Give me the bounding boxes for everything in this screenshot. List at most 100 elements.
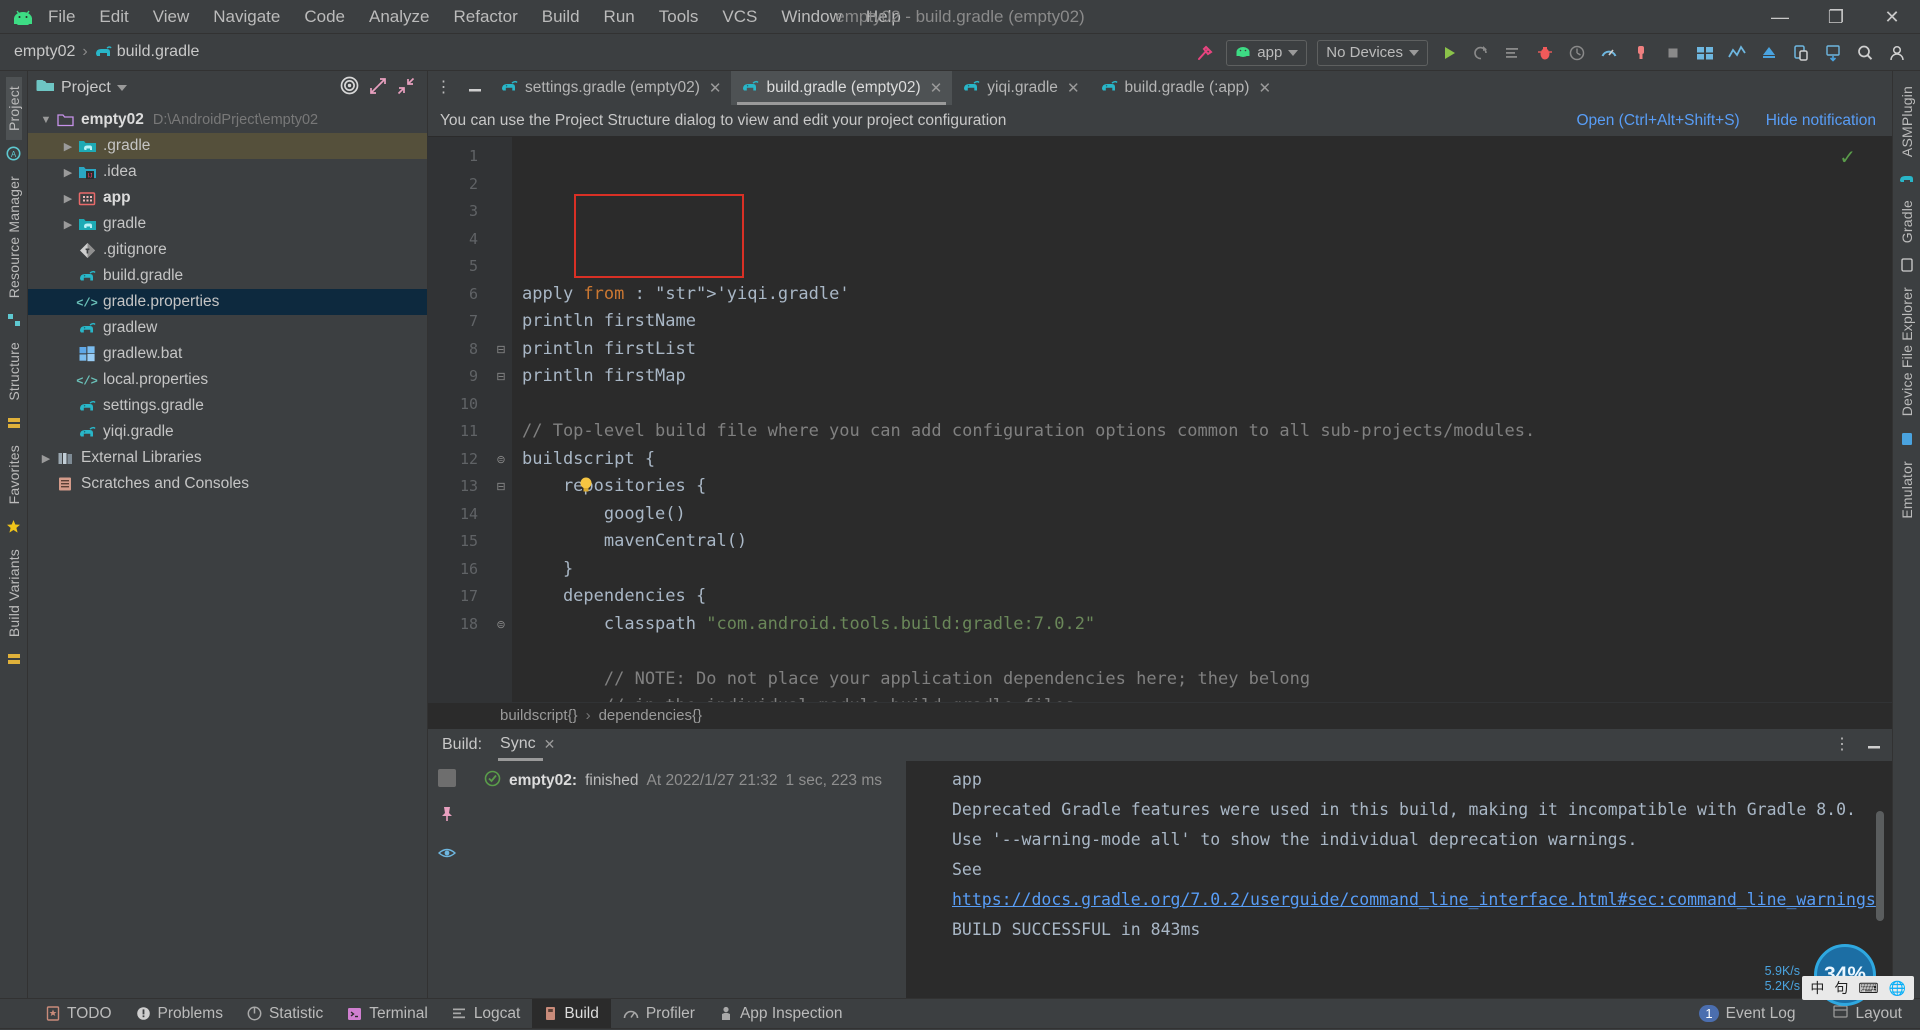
tool-window-build-variants[interactable]: Build Variants: [6, 540, 22, 646]
tool-window-button-logcat[interactable]: Logcat: [440, 999, 533, 1029]
menu-help[interactable]: Help: [854, 4, 913, 30]
device-manager-icon[interactable]: [1690, 38, 1720, 68]
editor-tab-yiqi-gradle[interactable]: yiqi.gradle✕: [952, 71, 1089, 105]
hide-panel-icon[interactable]: [467, 79, 483, 97]
more-icon[interactable]: ⋮: [1834, 741, 1850, 749]
hammer-icon[interactable]: [1190, 38, 1220, 68]
tool-window-button-app-inspection[interactable]: App Inspection: [707, 999, 855, 1029]
fold-toggle-icon[interactable]: ⊟: [490, 363, 512, 391]
close-icon[interactable]: ✕: [544, 736, 556, 753]
expand-all-icon[interactable]: [369, 77, 387, 100]
project-file-tree[interactable]: ▼empty02D:\AndroidPrject\empty02▶.gradle…: [28, 105, 427, 998]
monitor-icon[interactable]: [1594, 38, 1624, 68]
stop-icon[interactable]: [1658, 38, 1688, 68]
chevron-right-icon[interactable]: ▶: [60, 166, 76, 179]
gradle-elephant-icon[interactable]: [1899, 172, 1915, 185]
code-editor[interactable]: 123456789101112131415161718 ⊟⊟⊜⊟ ⊜ apply…: [428, 137, 1892, 702]
chevron-right-icon[interactable]: ▶: [38, 452, 54, 465]
tree-item-idea[interactable]: ▶IJ.idea: [28, 159, 427, 185]
breadcrumb-dependencies[interactable]: dependencies{}: [599, 707, 702, 724]
ime-punctuation[interactable]: 句: [1834, 978, 1848, 998]
chevron-right-icon[interactable]: ▶: [60, 218, 76, 231]
build-sync-tab[interactable]: Sync ✕: [500, 735, 555, 755]
run-icon[interactable]: [1434, 38, 1464, 68]
tool-window-resource-manager[interactable]: Resource Manager: [6, 167, 22, 307]
tool-window-device-file-explorer[interactable]: Device File Explorer: [1899, 278, 1915, 425]
menu-code[interactable]: Code: [292, 4, 357, 30]
intention-bulb-icon[interactable]: [512, 447, 596, 532]
menu-run[interactable]: Run: [592, 4, 647, 30]
tool-window-button-profiler[interactable]: Profiler: [611, 999, 707, 1029]
menu-refactor[interactable]: Refactor: [441, 4, 529, 30]
profile-icon[interactable]: [1562, 38, 1592, 68]
fold-toggle-icon[interactable]: ⊟: [490, 473, 512, 501]
tree-item-external-libraries[interactable]: ▶External Libraries: [28, 445, 427, 471]
tool-window-favorites[interactable]: Favorites: [6, 436, 22, 513]
tool-window-button-todo[interactable]: TODO: [34, 999, 124, 1029]
fold-toggle-icon[interactable]: ⊜: [490, 446, 512, 474]
device-file-explorer-strip-icon[interactable]: [1900, 258, 1914, 272]
device-selector[interactable]: No Devices: [1317, 40, 1428, 66]
ime-toolbar[interactable]: 中 句 ⌨ 🌐: [1802, 976, 1914, 1000]
tool-window-asmplugin[interactable]: ASMPlugin: [1899, 77, 1915, 166]
tree-item-gradlew-bat[interactable]: gradlew.bat: [28, 341, 427, 367]
favorites-star-icon[interactable]: [6, 519, 21, 534]
build-result-tree[interactable]: empty02: finished At 2022/1/27 21:32 1 s…: [466, 761, 906, 998]
account-icon[interactable]: [1882, 38, 1912, 68]
editor-tab-build-gradle-empty02[interactable]: build.gradle (empty02)✕: [731, 71, 952, 105]
tree-item-build-gradle[interactable]: build.gradle: [28, 263, 427, 289]
build-console-output[interactable]: app Deprecated Gradle features were used…: [906, 761, 1892, 998]
plugin-icon[interactable]: [1626, 38, 1656, 68]
tool-window-button-build[interactable]: Build: [532, 999, 610, 1029]
tree-item-app[interactable]: ▶app: [28, 185, 427, 211]
menu-build[interactable]: Build: [530, 4, 592, 30]
editor-tab-build-gradle-app[interactable]: build.gradle (:app)✕: [1090, 71, 1282, 105]
console-scrollbar-thumb[interactable]: [1876, 811, 1884, 921]
tree-item-gitignore[interactable]: .gitignore: [28, 237, 427, 263]
tree-item-scratches-and-consoles[interactable]: Scratches and Consoles: [28, 471, 427, 497]
menu-file[interactable]: File: [36, 4, 87, 30]
maximize-button[interactable]: ❐: [1808, 0, 1864, 34]
more-icon[interactable]: ⋮: [436, 84, 452, 92]
menu-vcs[interactable]: VCS: [710, 4, 769, 30]
build-variants-icon[interactable]: [7, 416, 21, 430]
code-folding-column[interactable]: ⊟⊟⊜⊟ ⊜: [490, 137, 512, 702]
device-file-explorer-icon[interactable]: [1818, 38, 1848, 68]
chevron-down-icon[interactable]: [117, 85, 127, 91]
close-icon[interactable]: ✕: [709, 79, 722, 97]
search-icon[interactable]: [1850, 38, 1880, 68]
tree-item-gradle[interactable]: ▶.gradle: [28, 133, 427, 159]
event-log-button[interactable]: 1 Event Log: [1687, 999, 1807, 1029]
tree-item-local-properties[interactable]: </>local.properties: [28, 367, 427, 393]
pin-icon[interactable]: [439, 805, 455, 828]
ime-keyboard-icon[interactable]: ⌨: [1858, 980, 1878, 997]
close-icon[interactable]: ✕: [930, 79, 943, 97]
debug-icon[interactable]: [1530, 38, 1560, 68]
close-icon[interactable]: ✕: [1258, 79, 1271, 97]
close-button[interactable]: ✕: [1864, 0, 1920, 34]
sdk-manager-icon[interactable]: [1722, 38, 1752, 68]
breadcrumb-file[interactable]: build.gradle: [117, 43, 200, 61]
close-icon[interactable]: ✕: [1067, 79, 1080, 97]
tree-item-empty02[interactable]: ▼empty02D:\AndroidPrject\empty02: [28, 107, 427, 133]
apply-changes-icon[interactable]: [1466, 38, 1496, 68]
breadcrumb-buildscript[interactable]: buildscript{}: [500, 707, 578, 724]
gradle-docs-link[interactable]: https://docs.gradle.org/7.0.2/userguide/…: [952, 890, 1876, 909]
tool-window-emulator[interactable]: Emulator: [1899, 452, 1915, 528]
build-result-row[interactable]: empty02: finished At 2022/1/27 21:32 1 s…: [466, 769, 906, 793]
collapse-all-icon[interactable]: [397, 77, 415, 100]
minimize-icon[interactable]: [1866, 736, 1882, 754]
layout-inspector-icon[interactable]: [1786, 38, 1816, 68]
tool-window-structure[interactable]: Structure: [6, 333, 22, 410]
editor-tab-settings-gradle-empty02[interactable]: settings.gradle (empty02)✕: [490, 71, 731, 105]
tree-item-gradlew[interactable]: gradlew: [28, 315, 427, 341]
minimize-button[interactable]: —: [1752, 0, 1808, 34]
emulator-strip-icon[interactable]: [1900, 432, 1914, 446]
menu-navigate[interactable]: Navigate: [201, 4, 292, 30]
menu-window[interactable]: Window: [769, 4, 853, 30]
tool-window-gradle[interactable]: Gradle: [1899, 191, 1915, 252]
tree-item-gradle-properties[interactable]: </>gradle.properties: [28, 289, 427, 315]
structure-tool-icon[interactable]: [7, 313, 21, 327]
avd-manager-icon[interactable]: [1754, 38, 1784, 68]
menu-edit[interactable]: Edit: [87, 4, 140, 30]
